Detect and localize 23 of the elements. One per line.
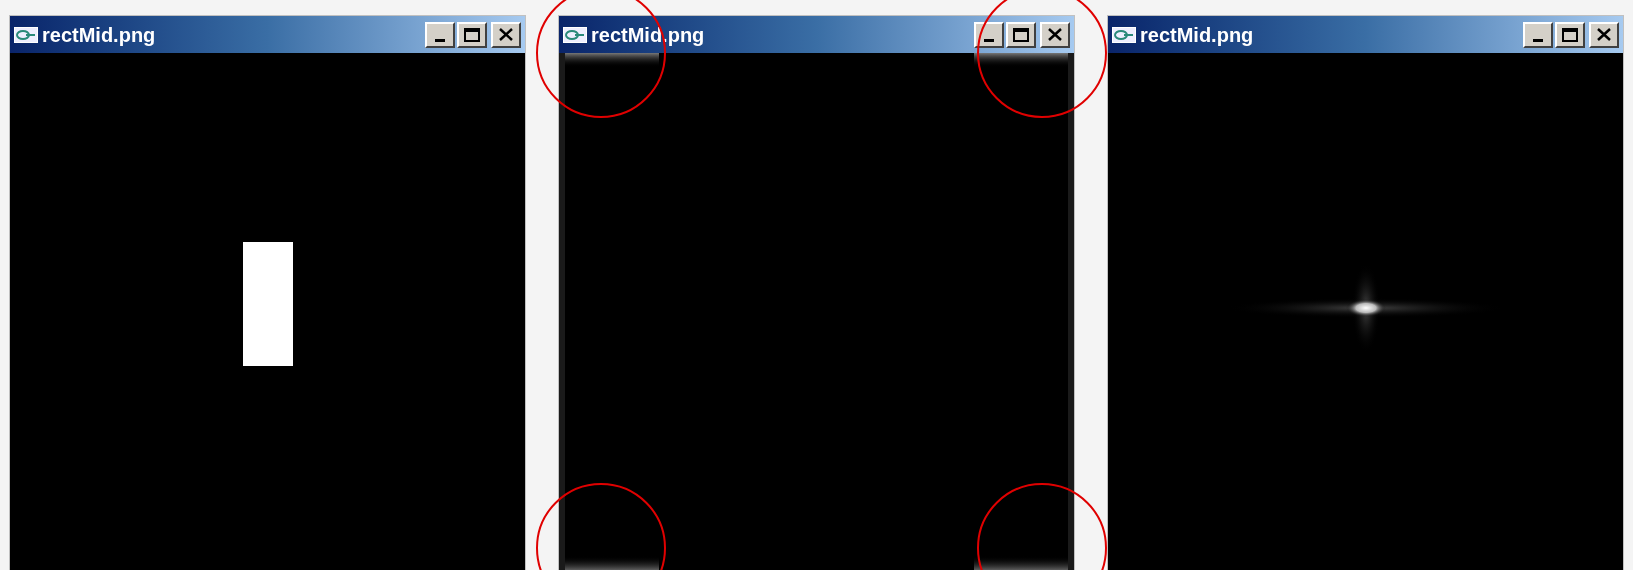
close-button[interactable] <box>1040 21 1070 48</box>
window-title: rectMid.png <box>42 24 156 45</box>
maximize-button[interactable] <box>1006 21 1036 48</box>
maximize-icon <box>464 27 480 42</box>
minimize-button[interactable] <box>425 21 455 48</box>
close-button[interactable] <box>1589 21 1619 48</box>
minimize-icon <box>1533 38 1543 42</box>
minimize-icon <box>984 38 994 42</box>
close-icon <box>1048 28 1062 41</box>
app-icon <box>14 26 38 43</box>
close-icon <box>499 28 513 41</box>
maximize-button[interactable] <box>1555 21 1585 48</box>
app-icon <box>563 26 587 43</box>
maximize-button[interactable] <box>457 21 487 48</box>
minimize-icon <box>435 38 445 42</box>
minimize-button[interactable] <box>974 21 1004 48</box>
close-button[interactable] <box>491 21 521 48</box>
minimize-button[interactable] <box>1523 21 1553 48</box>
close-icon <box>1597 28 1611 41</box>
app-icon <box>1112 26 1136 43</box>
maximize-icon <box>1562 27 1578 42</box>
window-title: rectMid.png <box>1140 24 1254 45</box>
maximize-icon <box>1013 27 1029 42</box>
